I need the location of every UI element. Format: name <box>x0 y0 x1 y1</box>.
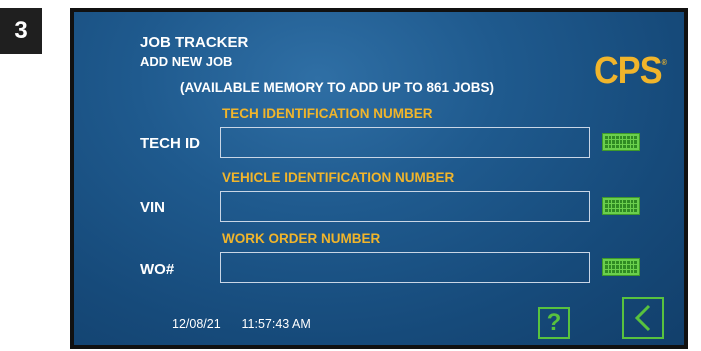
step-number-badge: 3 <box>0 8 42 54</box>
help-button[interactable]: ? <box>538 307 570 339</box>
status-datetime: 12/08/21 11:57:43 AM <box>172 317 311 331</box>
keyboard-icon[interactable] <box>602 197 640 215</box>
status-date: 12/08/21 <box>172 317 221 331</box>
vin-section-label: VEHICLE IDENTIFICATION NUMBER <box>222 170 455 185</box>
memory-note: (AVAILABLE MEMORY TO ADD UP TO 861 JOBS) <box>180 80 495 95</box>
chevron-left-icon <box>634 304 651 332</box>
keyboard-icon[interactable] <box>602 258 640 276</box>
logo-text: CPS <box>593 50 663 92</box>
work-order-label: WO# <box>140 261 175 278</box>
work-order-input[interactable] <box>220 252 590 283</box>
device-screen: JOB TRACKER ADD NEW JOB (AVAILABLE MEMOR… <box>70 8 688 349</box>
registered-mark: ® <box>661 58 667 67</box>
vin-label: VIN <box>140 199 166 216</box>
vin-input[interactable] <box>220 191 590 222</box>
status-time: 11:57:43 AM <box>241 317 311 331</box>
work-order-section-label: WORK ORDER NUMBER <box>222 231 381 246</box>
tech-id-label: TECH ID <box>140 135 200 152</box>
page-title: JOB TRACKER <box>140 34 249 51</box>
job-tracker-panel: JOB TRACKER ADD NEW JOB (AVAILABLE MEMOR… <box>74 12 684 345</box>
cps-logo: CPS® <box>593 50 667 93</box>
page-subtitle: ADD NEW JOB <box>140 54 233 69</box>
back-button[interactable] <box>622 297 664 339</box>
tech-id-section-label: TECH IDENTIFICATION NUMBER <box>222 106 433 121</box>
keyboard-icon[interactable] <box>602 133 640 151</box>
tech-id-input[interactable] <box>220 127 590 158</box>
